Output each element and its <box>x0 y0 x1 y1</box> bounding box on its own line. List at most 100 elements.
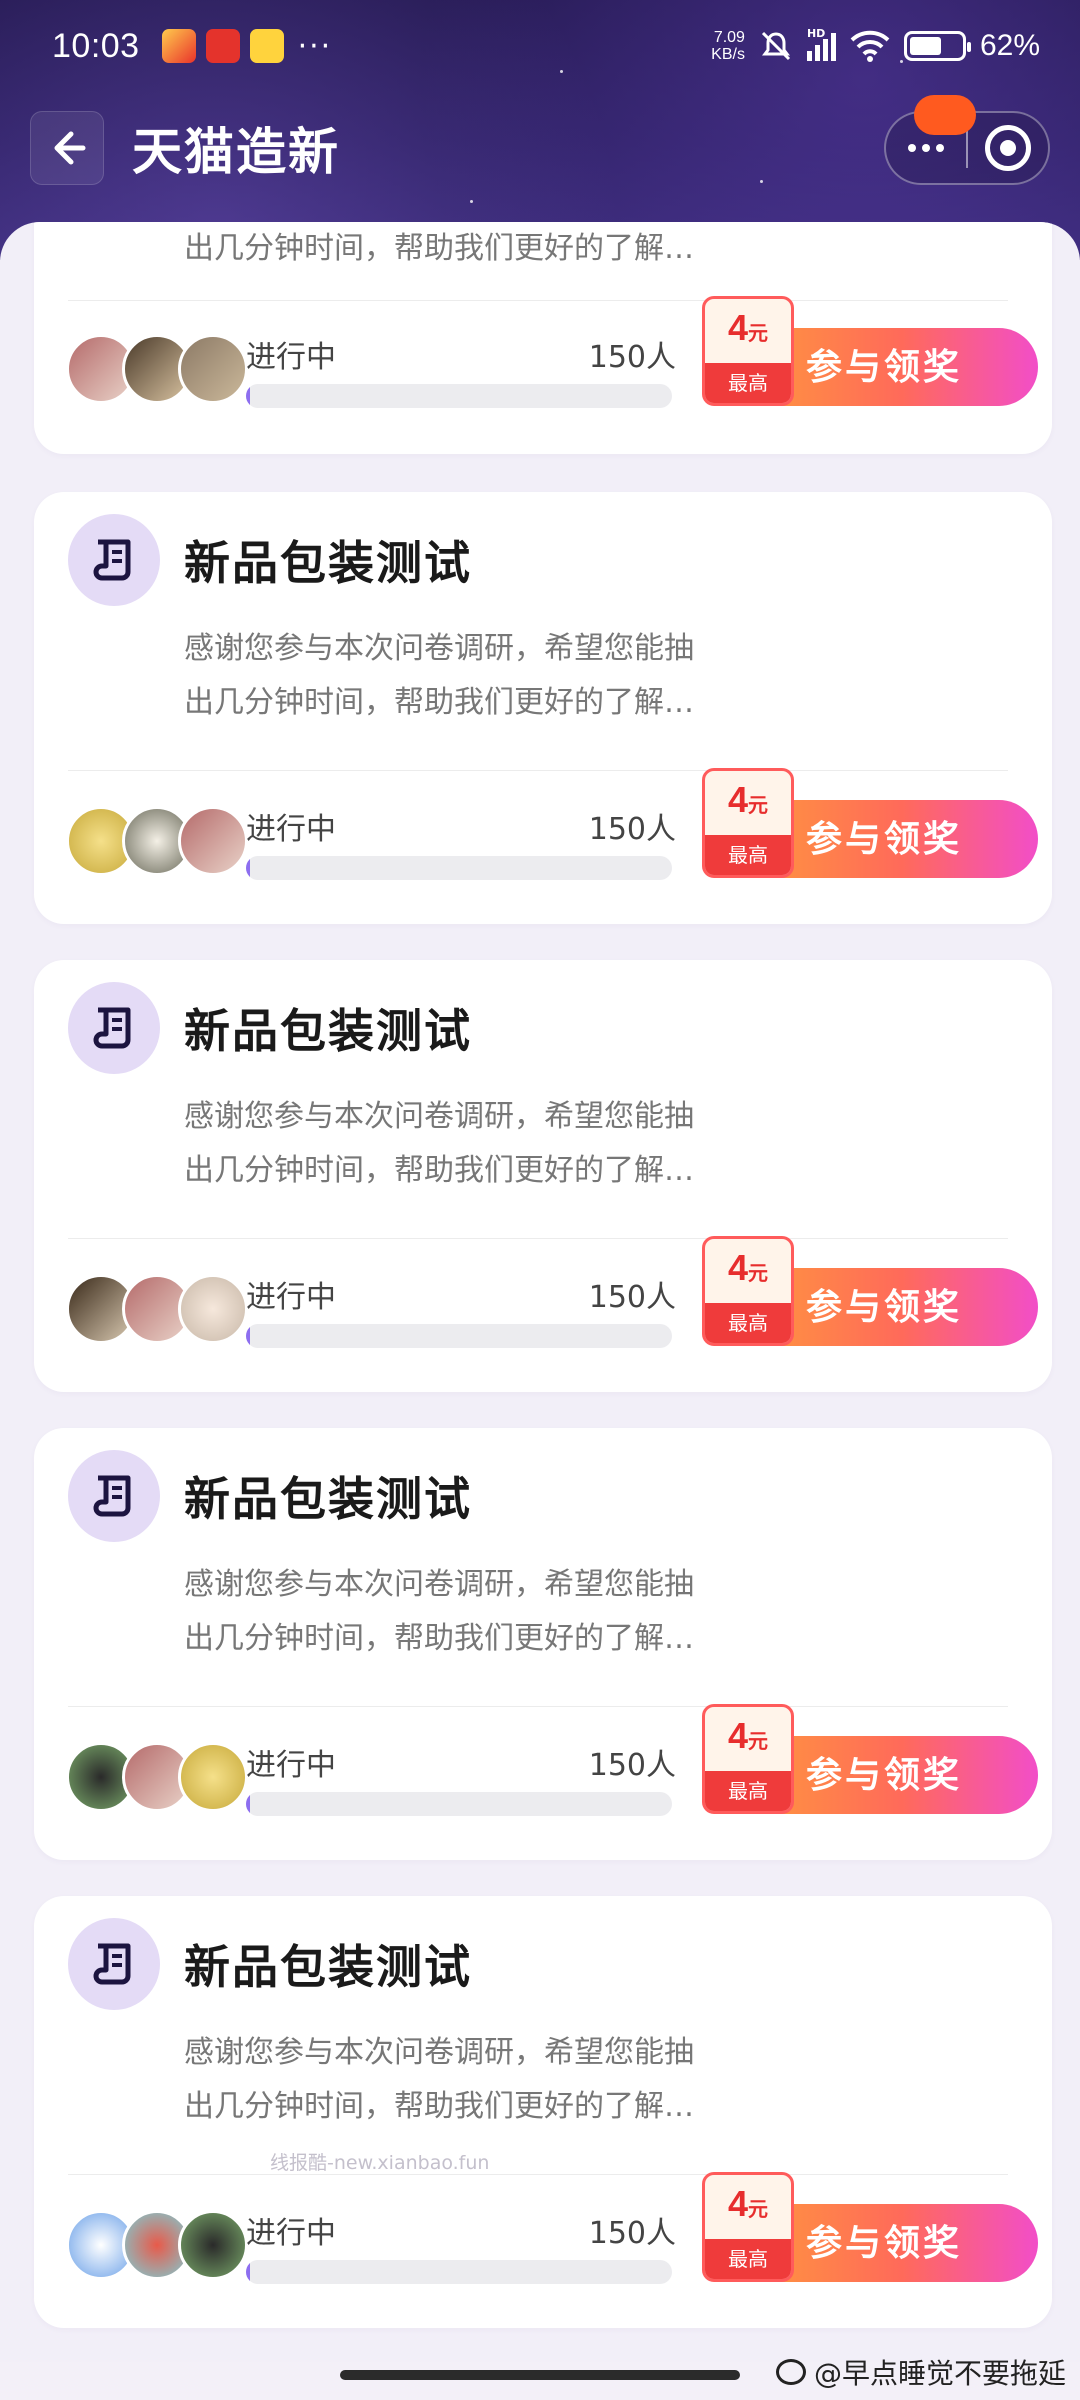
status-label: 进行中 <box>246 1280 336 1315</box>
reward-amount: 4 <box>727 779 749 820</box>
card-divider <box>68 1706 1008 1707</box>
survey-list: 出几分钟时间，帮助我们更好的了解… 进行中 150人 参与领奖 4元 最高 新品… <box>0 222 1080 2362</box>
survey-scroll-icon <box>68 1450 160 1542</box>
reward-amount: 4 <box>727 2183 749 2224</box>
card-divider <box>68 300 1008 301</box>
survey-card[interactable]: 新品包装测试 感谢您参与本次问卷调研，希望您能抽 出几分钟时间，帮助我们更好的了… <box>34 492 1052 924</box>
participant-count: 150人 <box>588 2216 676 2251</box>
signal-hd-label: HD <box>806 27 826 40</box>
card-divider <box>68 770 1008 771</box>
avatar <box>178 2210 248 2280</box>
reward-max-label: 最高 <box>705 1771 791 1811</box>
reward-tag: 4元 最高 <box>702 768 794 878</box>
reward-max-label: 最高 <box>705 363 791 403</box>
reward-unit: 元 <box>748 1731 769 1753</box>
wifi-icon <box>850 30 890 62</box>
survey-title: 新品包装测试 <box>184 1940 472 1994</box>
reward-unit: 元 <box>748 795 769 817</box>
survey-scroll-icon <box>68 514 160 606</box>
weibo-icon <box>775 2359 806 2385</box>
avatar <box>178 1742 248 1812</box>
participant-avatars <box>66 334 248 404</box>
survey-title: 新品包装测试 <box>184 1004 472 1058</box>
mini-program-capsule <box>884 95 1050 185</box>
more-notifications-icon: ··· <box>297 28 333 64</box>
reward-tag: 4元 最高 <box>702 1236 794 1346</box>
participant-count: 150人 <box>588 1280 676 1315</box>
reward-max-label: 最高 <box>705 2239 791 2279</box>
progress-bar <box>246 1792 672 1816</box>
survey-card[interactable]: 新品包装测试 感谢您参与本次问卷调研，希望您能抽 出几分钟时间，帮助我们更好的了… <box>34 1428 1052 1860</box>
reward-tag: 4元 最高 <box>702 1704 794 1814</box>
reward-unit: 元 <box>748 2199 769 2221</box>
credit-text: @早点睡觉不要拖延 <box>813 2357 1066 2390</box>
notification-icons <box>161 29 284 63</box>
page-title: 天猫造新 <box>132 123 340 181</box>
reward-unit: 元 <box>748 1263 769 1285</box>
survey-description: 感谢您参与本次问卷调研，希望您能抽 出几分钟时间，帮助我们更好的了解… <box>184 2035 694 2124</box>
survey-card[interactable]: 新品包装测试 感谢您参与本次问卷调研，希望您能抽 出几分钟时间，帮助我们更好的了… <box>34 960 1052 1392</box>
notification-badge <box>914 95 976 135</box>
participant-count: 150人 <box>588 340 676 375</box>
card-footer: 进行中 150人 参与领奖 4元 最高 <box>34 2172 1052 2298</box>
reward-max-label: 最高 <box>705 835 791 875</box>
card-divider <box>68 2174 1008 2175</box>
participant-count: 150人 <box>588 1748 676 1783</box>
join-reward-label[interactable]: 参与领奖 <box>806 338 962 390</box>
reward-tag: 4元 最高 <box>702 2172 794 2282</box>
participant-avatars <box>66 2210 248 2280</box>
mute-icon <box>761 31 791 61</box>
jd-app-icon <box>205 29 240 63</box>
join-reward-label[interactable]: 参与领奖 <box>806 2214 962 2266</box>
status-bar: 10:03 ··· 7.09 KB/s HD 62% <box>0 0 1080 92</box>
avatar <box>178 334 248 404</box>
card-footer: 进行中 150人 参与领奖 4元 最高 <box>34 1704 1052 1830</box>
back-arrow-icon <box>54 131 86 165</box>
reward-amount: 4 <box>727 1247 749 1288</box>
watermark-text: 线报酷-new.xianbao.fun <box>270 2152 490 2174</box>
survey-card[interactable]: 新品包装测试 感谢您参与本次问卷调研，希望您能抽 出几分钟时间，帮助我们更好的了… <box>34 1896 1052 2328</box>
close-target-icon <box>985 125 1031 171</box>
survey-description: 感谢您参与本次问卷调研，希望您能抽 出几分钟时间，帮助我们更好的了解… <box>184 1567 694 1656</box>
signal-icon: HD <box>806 27 836 61</box>
meituan-app-icon <box>249 29 284 63</box>
join-reward-label[interactable]: 参与领奖 <box>806 810 962 862</box>
survey-description: 感谢您参与本次问卷调研，希望您能抽 出几分钟时间，帮助我们更好的了解… <box>184 1099 694 1188</box>
progress-bar <box>246 2260 672 2284</box>
join-reward-label[interactable]: 参与领奖 <box>806 1278 962 1330</box>
avatar <box>178 806 248 876</box>
battery-percent: 62% <box>979 29 1040 62</box>
card-divider <box>68 1238 1008 1239</box>
card-footer: 进行中 150人 参与领奖 4元 最高 <box>34 1236 1052 1362</box>
participant-avatars <box>66 1742 248 1812</box>
card-footer: 进行中 150人 参与领奖 4元 最高 <box>34 768 1052 894</box>
home-indicator[interactable] <box>340 2370 740 2380</box>
status-label: 进行中 <box>246 1748 336 1783</box>
card-footer: 进行中 150人 参与领奖 4元 最高 <box>34 296 1052 422</box>
weibo-credit: @早点睡觉不要拖延 <box>775 2352 1066 2392</box>
taobao-app-icon <box>161 29 196 63</box>
survey-title: 新品包装测试 <box>184 1472 472 1526</box>
progress-bar <box>246 384 672 408</box>
avatar <box>178 1274 248 1344</box>
status-time: 10:03 <box>52 26 140 65</box>
status-label: 进行中 <box>246 340 336 375</box>
participant-avatars <box>66 806 248 876</box>
survey-description: 感谢您参与本次问卷调研，希望您能抽 出几分钟时间，帮助我们更好的了解… <box>184 631 694 720</box>
survey-title: 新品包装测试 <box>184 536 472 590</box>
join-reward-label[interactable]: 参与领奖 <box>806 1746 962 1798</box>
survey-scroll-icon <box>68 1918 160 2010</box>
reward-unit: 元 <box>748 323 769 345</box>
survey-description: 出几分钟时间，帮助我们更好的了解… <box>184 231 694 266</box>
close-mini-program-button[interactable] <box>968 113 1048 183</box>
participant-avatars <box>66 1274 248 1344</box>
reward-amount: 4 <box>727 1715 749 1756</box>
back-button[interactable] <box>30 111 104 185</box>
battery-icon <box>903 31 971 61</box>
reward-tag: 4元 最高 <box>702 296 794 406</box>
progress-bar <box>246 856 672 880</box>
nav-bar: 天猫造新 <box>0 95 1080 188</box>
reward-max-label: 最高 <box>705 1303 791 1343</box>
participant-count: 150人 <box>588 812 676 847</box>
survey-card: 出几分钟时间，帮助我们更好的了解… 进行中 150人 参与领奖 4元 最高 <box>34 222 1052 454</box>
